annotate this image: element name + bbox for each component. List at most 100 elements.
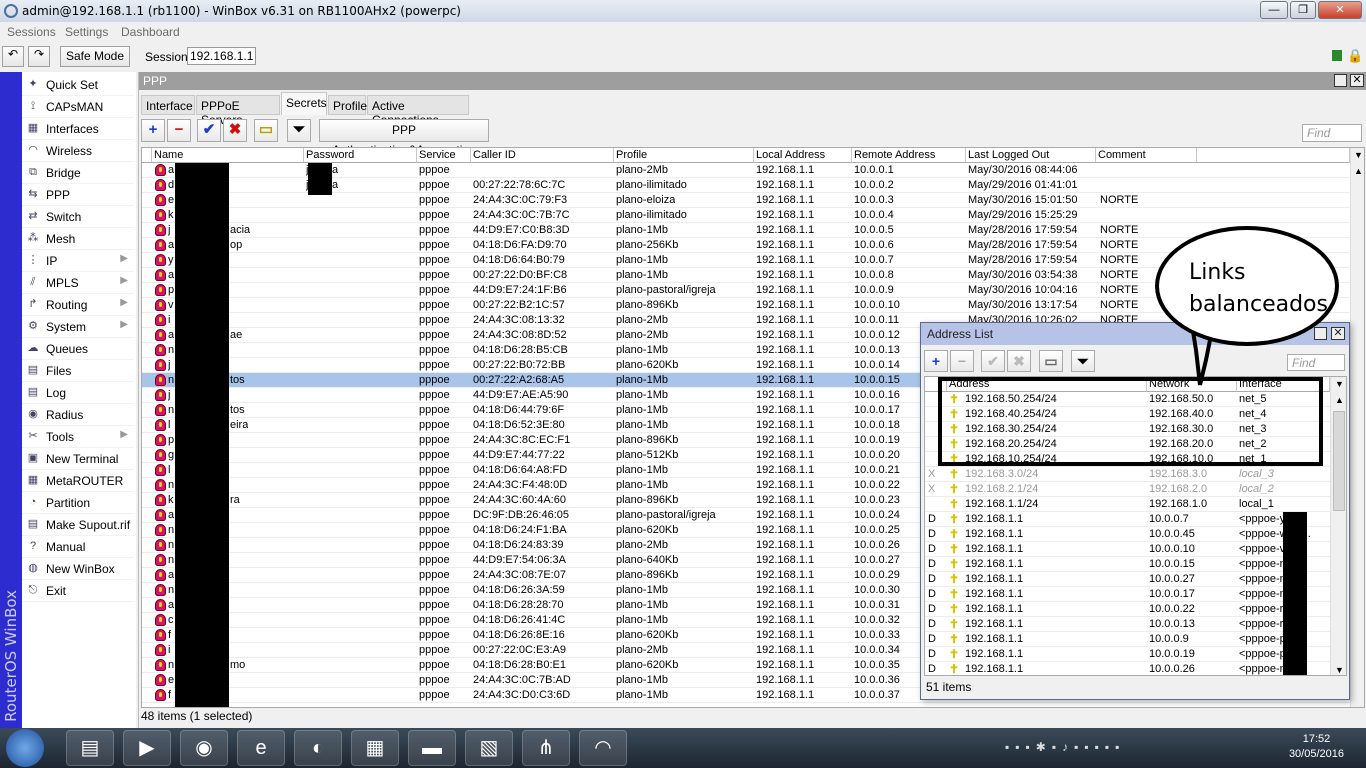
column-header-name[interactable]: Name: [152, 148, 304, 163]
address-find-input[interactable]: Find: [1287, 354, 1345, 371]
vertical-scrollbar[interactable]: ▼ ▲: [1350, 148, 1364, 707]
firefox-icon[interactable]: ◐: [294, 730, 342, 766]
sidebar-item-ip[interactable]: ⋮ IP ▶: [22, 250, 134, 272]
column-menu-icon[interactable]: ▼: [1335, 379, 1344, 389]
sidebar-item-queues[interactable]: ☁ Queues: [22, 338, 134, 360]
tab-active-connections[interactable]: Active Connections: [367, 95, 469, 127]
sidebar-item-capsman[interactable]: ⟟ CAPsMAN: [22, 96, 134, 118]
address-row[interactable]: D ✝ 192.168.1.1 10.0.0.9 <pppoe-p al>: [925, 632, 1330, 647]
sidebar-item-new-winbox[interactable]: ◍ New WinBox: [22, 558, 134, 580]
address-row[interactable]: D ✝ 192.168.1.1 10.0.0.13 <pppoe-r a...: [925, 617, 1330, 632]
address-vertical-scrollbar[interactable]: ▼ ▲ ▼: [1330, 377, 1346, 675]
filter-button[interactable]: ⏷: [287, 119, 311, 142]
address-row[interactable]: X ✝ 192.168.3.0/24 192.168.3.0 local_3: [925, 467, 1330, 482]
photo-viewer-icon[interactable]: ▧: [465, 730, 513, 766]
address-row[interactable]: D ✝ 192.168.1.1 10.0.0.19 <pppoe-p ui...: [925, 647, 1330, 662]
ppp-auth-accounting-button[interactable]: PPP Authentication&Accounting: [319, 119, 489, 157]
scroll-up-icon[interactable]: ▲: [1335, 395, 1344, 405]
address-row[interactable]: D ✝ 192.168.1.1 10.0.0.10 <pppoe-v >: [925, 542, 1330, 557]
start-button[interactable]: [6, 729, 44, 767]
sidebar-item-new-terminal[interactable]: ▣ New Terminal: [22, 448, 134, 470]
ie-icon[interactable]: e: [237, 730, 285, 766]
redo-button[interactable]: ↷: [28, 46, 50, 67]
table-row[interactable]: j acia pppoe 44:D9:E7:C0:B8:3D plano-1Mb 192.…: [142, 223, 1350, 238]
address-row[interactable]: D ✝ 192.168.1.1 10.0.0.17 <pppoe-n o-...: [925, 587, 1330, 602]
column-header-remote-address[interactable]: Remote Address: [852, 148, 966, 163]
system-tray-icons[interactable]: ▪▪▪✱▪♪▪▪▪▪▪: [1005, 740, 1125, 754]
address-row[interactable]: D ✝ 192.168.1.1 10.0.0.22 <pppoe-r o>: [925, 602, 1330, 617]
find-input[interactable]: Find: [1302, 124, 1362, 142]
disable-address-button[interactable]: ✖: [1007, 350, 1031, 372]
winbox-app-icon[interactable]: ⋔: [522, 730, 570, 766]
sidebar-item-mesh[interactable]: ⁂ Mesh: [22, 228, 134, 250]
sidebar-item-make-supout-rif[interactable]: ▤ Make Supout.rif: [22, 514, 134, 536]
address-list-maximize-button[interactable]: [1314, 327, 1327, 340]
remove-button[interactable]: −: [167, 119, 191, 142]
column-header-caller-id[interactable]: Caller ID: [471, 148, 614, 163]
column-header-password[interactable]: Password: [304, 148, 417, 163]
chrome-icon[interactable]: ◉: [180, 730, 228, 766]
sidebar-item-files[interactable]: ▤ Files: [22, 360, 134, 382]
tab-pppoe-servers[interactable]: PPPoE Servers: [196, 95, 280, 127]
sidebar-item-wireless[interactable]: ◠ Wireless: [22, 140, 134, 162]
table-row[interactable]: k pppoe 24:A4:3C:0C:7B:7C plano-ilimitado 19…: [142, 208, 1350, 223]
address-row[interactable]: D ✝ 192.168.1.1 10.0.0.27 <pppoe-n e>: [925, 572, 1330, 587]
comment-button[interactable]: ▭: [254, 119, 278, 142]
sidebar-item-routing[interactable]: ↱ Routing ▶: [22, 294, 134, 316]
column-header-service[interactable]: Service: [417, 148, 471, 163]
column-menu-icon[interactable]: ▼: [1354, 150, 1363, 160]
sidebar-item-system[interactable]: ⚙ System ▶: [22, 316, 134, 338]
filter-address-button[interactable]: ⏷: [1071, 350, 1095, 372]
add-button[interactable]: +: [141, 119, 165, 142]
minimize-button[interactable]: —: [1260, 1, 1288, 19]
sidebar-item-manual[interactable]: ? Manual: [22, 536, 134, 558]
address-list-close-button[interactable]: ✕: [1331, 327, 1345, 340]
sidebar-item-log[interactable]: ▤ Log: [22, 382, 134, 404]
ppp-close-button[interactable]: ✕: [1350, 74, 1364, 87]
toolbox-icon[interactable]: ▬: [408, 730, 456, 766]
network-app-icon[interactable]: ◠: [579, 730, 627, 766]
close-button[interactable]: ✕: [1318, 1, 1362, 19]
scroll-up-icon[interactable]: ▲: [1354, 166, 1363, 176]
address-row[interactable]: D ✝ 192.168.1.1 10.0.0.7 <pppoe-y ra>: [925, 512, 1330, 527]
sidebar-item-mpls[interactable]: ⫽ MPLS ▶: [22, 272, 134, 294]
menu-settings[interactable]: Settings: [65, 25, 108, 39]
column-header-profile[interactable]: Profile: [614, 148, 754, 163]
sidebar-item-metarouter[interactable]: ▦ MetaROUTER: [22, 470, 134, 492]
address-row[interactable]: D ✝ 192.168.1.1 10.0.0.45 <pppoe-w ss...: [925, 527, 1330, 542]
ppp-maximize-button[interactable]: [1334, 74, 1347, 87]
sidebar-item-exit[interactable]: ⎋ Exit: [22, 580, 134, 602]
column-header-local-address[interactable]: Local Address: [754, 148, 852, 163]
sidebar-item-bridge[interactable]: ⧉ Bridge: [22, 162, 134, 184]
comment-address-button[interactable]: ▭: [1039, 350, 1063, 372]
session-field[interactable]: 192.168.1.1: [187, 47, 257, 65]
tab-secrets[interactable]: Secrets: [281, 92, 327, 115]
sidebar-item-interfaces[interactable]: ▦ Interfaces: [22, 118, 134, 140]
column-header-last-logged-out[interactable]: Last Logged Out: [966, 148, 1096, 163]
tab-profiles[interactable]: Profiles: [328, 95, 373, 115]
menu-sessions[interactable]: Sessions: [7, 25, 56, 39]
safe-mode-button[interactable]: Safe Mode: [60, 46, 130, 67]
scroll-down-icon[interactable]: ▼: [1335, 665, 1344, 675]
scroll-thumb[interactable]: [1333, 411, 1345, 511]
media-player-icon[interactable]: ▶: [123, 730, 171, 766]
menu-dashboard[interactable]: Dashboard: [121, 25, 180, 39]
undo-button[interactable]: ↶: [2, 46, 24, 67]
explorer-icon[interactable]: ▤: [66, 730, 114, 766]
sidebar-item-switch[interactable]: ⇄ Switch: [22, 206, 134, 228]
remove-address-button[interactable]: −: [950, 350, 974, 372]
enable-address-button[interactable]: ✔: [981, 350, 1005, 372]
sidebar-item-tools[interactable]: ✂ Tools ▶: [22, 426, 134, 448]
disable-button[interactable]: ✖: [223, 119, 247, 142]
table-row[interactable]: e pppoe 24:A4:3C:0C:79:F3 plano-eloiza 192.1…: [142, 193, 1350, 208]
tab-interface[interactable]: Interface: [141, 95, 195, 115]
address-row[interactable]: D ✝ 192.168.1.1 10.0.0.15 <pppoe-n n-...: [925, 557, 1330, 572]
address-row[interactable]: D ✝ 192.168.1.1 10.0.0.26 <pppoe-n >: [925, 662, 1330, 675]
add-address-button[interactable]: +: [924, 350, 948, 372]
sidebar-item-quick-set[interactable]: ✦ Quick Set: [22, 74, 134, 96]
control-panel-icon[interactable]: ▦: [351, 730, 399, 766]
clock[interactable]: 17:52 30/05/2016: [1289, 733, 1344, 760]
maximize-button[interactable]: ❐: [1290, 1, 1316, 19]
sidebar-item-radius[interactable]: ◉ Radius: [22, 404, 134, 426]
sidebar-item-partition[interactable]: ◔ Partition: [22, 492, 134, 514]
